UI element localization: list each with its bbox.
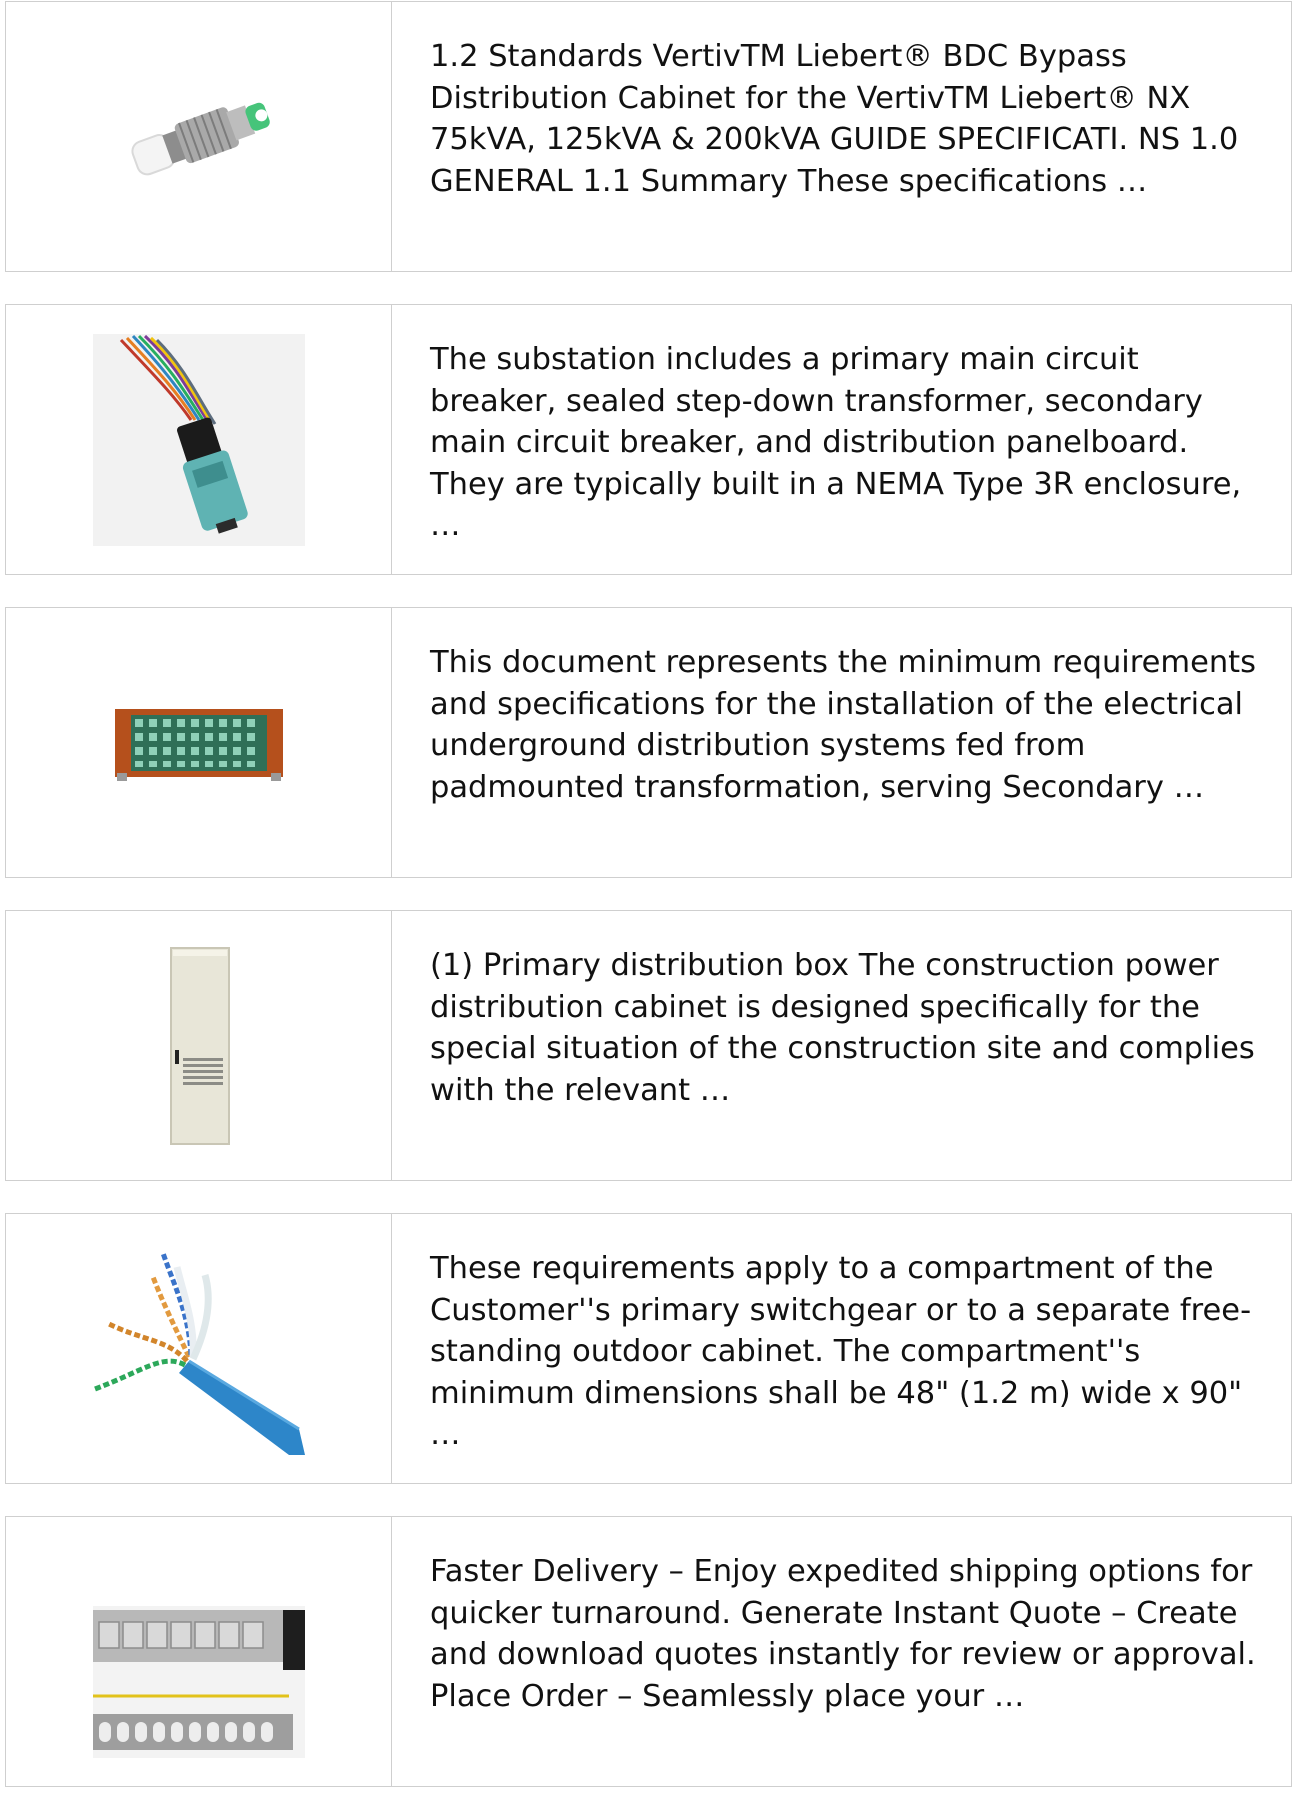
result-row[interactable]: 1.2 Standards VertivTM Liebert® BDC Bypa…	[5, 1, 1292, 272]
result-row[interactable]: Faster Delivery – Enjoy expedited shippi…	[5, 1516, 1292, 1787]
thumbnail-cell[interactable]	[6, 2, 392, 271]
mpo-fiber-connector-icon	[92, 333, 305, 546]
network-cable-icon	[93, 1251, 305, 1455]
result-row[interactable]: This document represents the minimum req…	[5, 607, 1292, 878]
fiber-patch-panel-icon	[114, 708, 283, 781]
result-row[interactable]: (1) Primary distribution box The constru…	[5, 910, 1292, 1181]
rj45-patch-panel-icon	[92, 1605, 305, 1758]
result-snippet: The substation includes a primary main c…	[430, 342, 1242, 543]
result-snippet: These requirements apply to a compartmen…	[430, 1251, 1252, 1452]
thumbnail-cell[interactable]	[6, 608, 392, 877]
result-list: 1.2 Standards VertivTM Liebert® BDC Bypa…	[5, 1, 1292, 1819]
distribution-cabinet-icon	[169, 946, 230, 1145]
result-snippet: This document represents the minimum req…	[430, 645, 1257, 805]
thumbnail-cell[interactable]	[6, 911, 392, 1180]
result-row[interactable]: These requirements apply to a compartmen…	[5, 1213, 1292, 1484]
result-snippet: 1.2 Standards VertivTM Liebert® BDC Bypa…	[430, 39, 1239, 199]
result-snippet: Faster Delivery – Enjoy expedited shippi…	[430, 1554, 1256, 1714]
result-row[interactable]: The substation includes a primary main c…	[5, 304, 1292, 575]
result-snippet: (1) Primary distribution box The constru…	[430, 948, 1255, 1108]
thumbnail-cell[interactable]	[6, 1214, 392, 1483]
thumbnail-cell[interactable]	[6, 1517, 392, 1786]
thumbnail-cell[interactable]	[6, 305, 392, 574]
fiber-connector-adapter-icon	[130, 102, 270, 175]
